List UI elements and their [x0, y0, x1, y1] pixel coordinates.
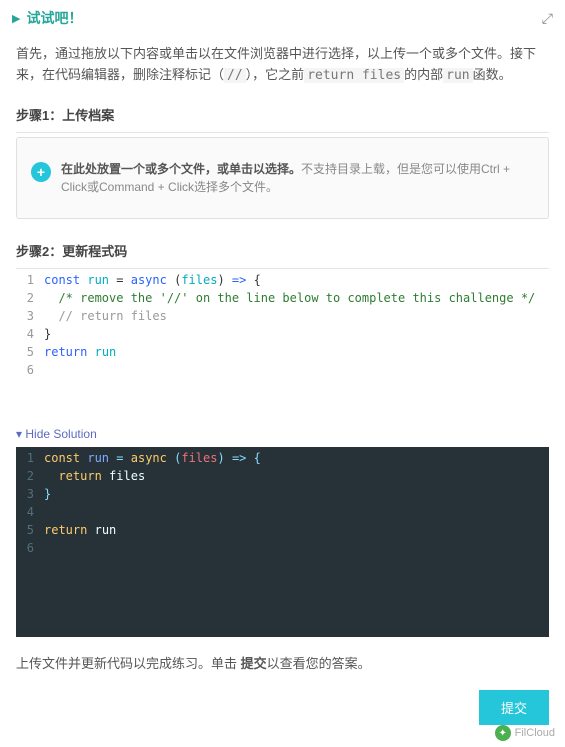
- plus-icon: +: [31, 162, 51, 182]
- line-number: 5: [16, 343, 44, 361]
- line-number: 2: [16, 289, 44, 307]
- line-content[interactable]: return run: [44, 343, 549, 361]
- expand-icon[interactable]: ⤢: [542, 10, 553, 27]
- code-line: 6: [16, 539, 549, 557]
- line-content: const run = async (files) => {: [44, 449, 549, 467]
- line-number: 4: [16, 503, 44, 521]
- bottom-instructions: 上传文件并更新代码以完成练习。单击 提交以查看您的答案。: [0, 637, 565, 682]
- line-number: 3: [16, 307, 44, 325]
- line-number: 2: [16, 467, 44, 485]
- code-line: 2 return files: [16, 467, 549, 485]
- submit-button[interactable]: 提交: [479, 690, 549, 725]
- wechat-icon: ✦: [495, 725, 511, 741]
- divider: [16, 268, 549, 269]
- panel-header: ▶ 试试吧！ ⤢: [0, 0, 565, 36]
- code-line[interactable]: 3 // return files: [16, 307, 549, 325]
- code-line[interactable]: 6: [16, 361, 549, 379]
- line-content: }: [44, 485, 549, 503]
- line-number: 1: [16, 449, 44, 467]
- line-number: 1: [16, 271, 44, 289]
- line-content[interactable]: /* remove the '//' on the line below to …: [44, 289, 549, 307]
- line-number: 5: [16, 521, 44, 539]
- line-content: return run: [44, 521, 549, 539]
- code-line[interactable]: 2 /* remove the '//' on the line below t…: [16, 289, 549, 307]
- code-line[interactable]: 5return run: [16, 343, 549, 361]
- intro-text: 首先，通过拖放以下内容或单击以在文件浏览器中进行选择，以上传一个或多个文件。接下…: [0, 36, 565, 95]
- line-content[interactable]: [44, 361, 549, 379]
- code-line: 5return run: [16, 521, 549, 539]
- code-line[interactable]: 4}: [16, 325, 549, 343]
- watermark: ✦ FilCloud: [495, 725, 555, 741]
- line-content[interactable]: const run = async (files) => {: [44, 271, 549, 289]
- step2-title: 步骤2：更新程式码: [0, 231, 565, 266]
- line-content[interactable]: // return files: [44, 307, 549, 325]
- line-number: 3: [16, 485, 44, 503]
- line-content[interactable]: }: [44, 325, 549, 343]
- code-line: 1const run = async (files) => {: [16, 449, 549, 467]
- code-line[interactable]: 1const run = async (files) => {: [16, 271, 549, 289]
- hide-solution-toggle[interactable]: ▾ Hide Solution: [0, 421, 565, 447]
- line-number: 6: [16, 539, 44, 557]
- line-content: [44, 539, 549, 557]
- code-line: 3}: [16, 485, 549, 503]
- line-number: 4: [16, 325, 44, 343]
- line-content: return files: [44, 467, 549, 485]
- code-line: 4: [16, 503, 549, 521]
- code-editor-dark: 1const run = async (files) => {2 return …: [16, 447, 549, 637]
- line-number: 6: [16, 361, 44, 379]
- upload-dropzone[interactable]: + 在此处放置一个或多个文件，或单击以选择。不支持目录上载，但是您可以使用Ctr…: [16, 137, 549, 219]
- code-editor-light[interactable]: 1const run = async (files) => {2 /* remo…: [16, 271, 549, 421]
- step1-title: 步骤1：上传档案: [0, 95, 565, 130]
- caret-right-icon[interactable]: ▶: [12, 12, 20, 25]
- footer: 提交: [0, 682, 565, 733]
- line-content: [44, 503, 549, 521]
- panel-title: 试试吧！: [26, 8, 82, 28]
- divider: [16, 132, 549, 133]
- upload-instructions: 在此处放置一个或多个文件，或单击以选择。不支持目录上载，但是您可以使用Ctrl …: [61, 160, 534, 196]
